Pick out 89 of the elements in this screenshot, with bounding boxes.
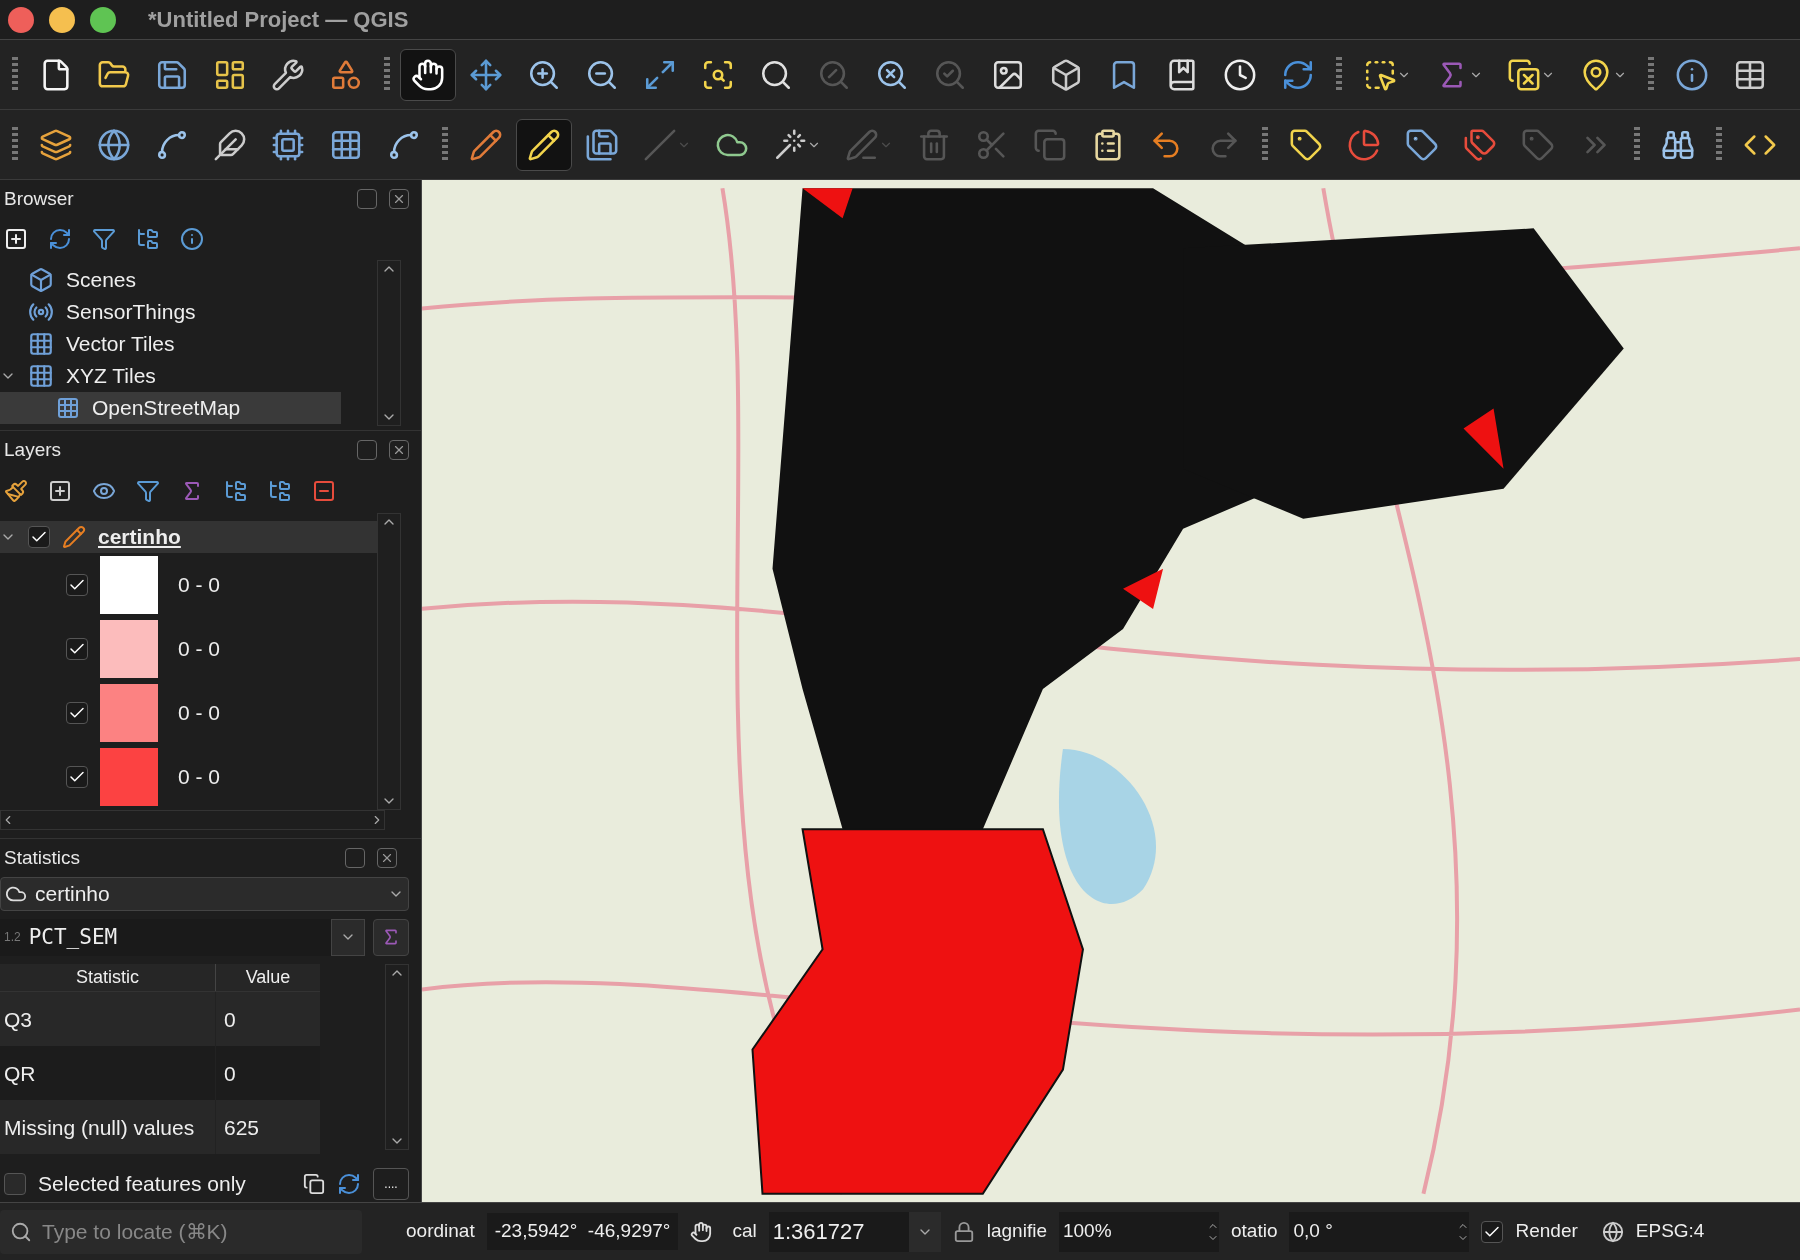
browser-item-label: SensorThings bbox=[66, 299, 196, 326]
crs-button[interactable]: EPSG:4 bbox=[1635, 1217, 1705, 1246]
coordinate-field[interactable]: -23,5942° -46,9297° bbox=[486, 1213, 679, 1250]
pencil-icon bbox=[62, 525, 86, 549]
expression-button[interactable] bbox=[373, 918, 409, 957]
table-cell-text: 625 bbox=[223, 1114, 261, 1141]
filter-icon[interactable] bbox=[92, 227, 116, 251]
scale-label: cal bbox=[732, 1219, 757, 1244]
lock-icon[interactable] bbox=[952, 1220, 975, 1243]
close-button[interactable] bbox=[377, 847, 397, 868]
scrollbar[interactable] bbox=[385, 964, 409, 1151]
filter-icon[interactable] bbox=[136, 479, 160, 503]
table-cell: Missing (null) values bbox=[0, 1100, 216, 1155]
browser-item-label: Scenes bbox=[66, 267, 137, 294]
search-icon bbox=[10, 1220, 32, 1243]
legend-checkbox[interactable] bbox=[66, 766, 88, 788]
minimize-window-button[interactable] bbox=[49, 6, 75, 33]
scrollbar[interactable] bbox=[377, 513, 401, 810]
layer-name: certinho bbox=[98, 524, 181, 551]
browser-item[interactable]: OpenStreetMap bbox=[0, 392, 341, 424]
add-group-icon[interactable] bbox=[48, 479, 72, 503]
grid-icon bbox=[28, 331, 54, 357]
browser-item[interactable]: XYZ Tiles bbox=[0, 360, 377, 392]
scrollbar[interactable] bbox=[377, 260, 401, 426]
scale-dropdown[interactable]: 1:361727 bbox=[768, 1211, 941, 1252]
legend-checkbox[interactable] bbox=[66, 638, 88, 660]
cube-icon bbox=[28, 267, 54, 293]
grid-icon bbox=[28, 363, 54, 389]
refresh-icon[interactable] bbox=[337, 1172, 361, 1197]
polygon-layer-drawing[interactable] bbox=[751, 188, 1624, 1195]
float-button[interactable] bbox=[357, 440, 377, 460]
field-dropdown[interactable]: 1.2 PCT_SEM bbox=[0, 918, 365, 957]
close-window-button[interactable] bbox=[8, 6, 34, 33]
rotation-field[interactable]: 0,0 ° bbox=[1289, 1211, 1470, 1252]
browser-item[interactable]: SensorThings bbox=[0, 296, 377, 328]
browser-item-label: Vector Tiles bbox=[66, 331, 175, 358]
panel-title: Statistics bbox=[4, 845, 81, 870]
locator-field[interactable]: Type to locate (⌘K) bbox=[0, 1209, 362, 1254]
window-title: *Untitled Project — QGIS bbox=[148, 6, 409, 34]
legend-checkbox[interactable] bbox=[66, 702, 88, 724]
close-button[interactable] bbox=[389, 440, 409, 460]
render-label: Render bbox=[1515, 1219, 1578, 1244]
legend-label: 0 - 0 bbox=[178, 636, 221, 663]
selected-only-checkbox[interactable] bbox=[4, 1173, 26, 1196]
horizontal-scrollbar[interactable] bbox=[0, 810, 385, 830]
layer-item[interactable]: certinho bbox=[0, 521, 377, 553]
mouse-icon[interactable] bbox=[690, 1220, 713, 1243]
float-button[interactable] bbox=[357, 189, 377, 209]
remove-layer-icon[interactable] bbox=[312, 479, 336, 503]
table-cell-text: 0 bbox=[223, 1006, 237, 1033]
close-icon bbox=[392, 443, 406, 457]
rotation-label: otatio bbox=[1230, 1219, 1278, 1244]
float-button[interactable] bbox=[345, 847, 365, 868]
panel-title: Layers bbox=[4, 437, 62, 462]
column-header[interactable]: Value bbox=[216, 964, 320, 992]
layer-checkbox[interactable] bbox=[28, 526, 50, 548]
legend-label: 0 - 0 bbox=[178, 764, 221, 791]
expand-all-icon[interactable] bbox=[224, 479, 248, 503]
close-icon bbox=[392, 192, 406, 206]
close-button[interactable] bbox=[389, 189, 409, 209]
legend-label: 0 - 0 bbox=[178, 572, 221, 599]
toolbar-button[interactable] bbox=[400, 48, 456, 101]
grid-icon bbox=[56, 396, 80, 420]
column-header[interactable]: Statistic bbox=[0, 964, 216, 992]
add-icon[interactable] bbox=[4, 227, 28, 251]
browser-item-label: XYZ Tiles bbox=[66, 363, 156, 390]
render-checkbox[interactable] bbox=[1481, 1220, 1504, 1243]
legend-label: 0 - 0 bbox=[178, 700, 221, 727]
more-button[interactable]: .... bbox=[373, 1168, 409, 1201]
magnifier-label: lagnifie bbox=[986, 1219, 1047, 1244]
layer-dropdown[interactable]: certinho bbox=[0, 876, 409, 911]
browser-item[interactable]: Scenes bbox=[0, 264, 377, 296]
coordinate-label: oordinat bbox=[406, 1219, 475, 1244]
info-icon[interactable] bbox=[180, 227, 204, 251]
panel-title: Browser bbox=[4, 186, 74, 211]
maximize-window-button[interactable] bbox=[90, 6, 116, 33]
copy-icon[interactable] bbox=[303, 1173, 325, 1196]
refresh-icon[interactable] bbox=[48, 227, 72, 251]
magnifier-field[interactable]: 100% bbox=[1058, 1211, 1219, 1252]
toolbar-button[interactable] bbox=[516, 118, 572, 171]
legend-checkbox[interactable] bbox=[66, 574, 88, 596]
browser-item-label: OpenStreetMap bbox=[92, 395, 241, 422]
collapse-icon[interactable] bbox=[268, 479, 292, 503]
globe-icon[interactable] bbox=[1601, 1220, 1624, 1243]
collapse-icon[interactable] bbox=[136, 227, 160, 251]
paintbrush-icon[interactable] bbox=[4, 479, 28, 503]
browser-item[interactable]: Vector Tiles bbox=[0, 328, 377, 360]
table-cell-text: 0 bbox=[223, 1060, 237, 1087]
checkbox-label: Selected features only bbox=[38, 1171, 247, 1198]
